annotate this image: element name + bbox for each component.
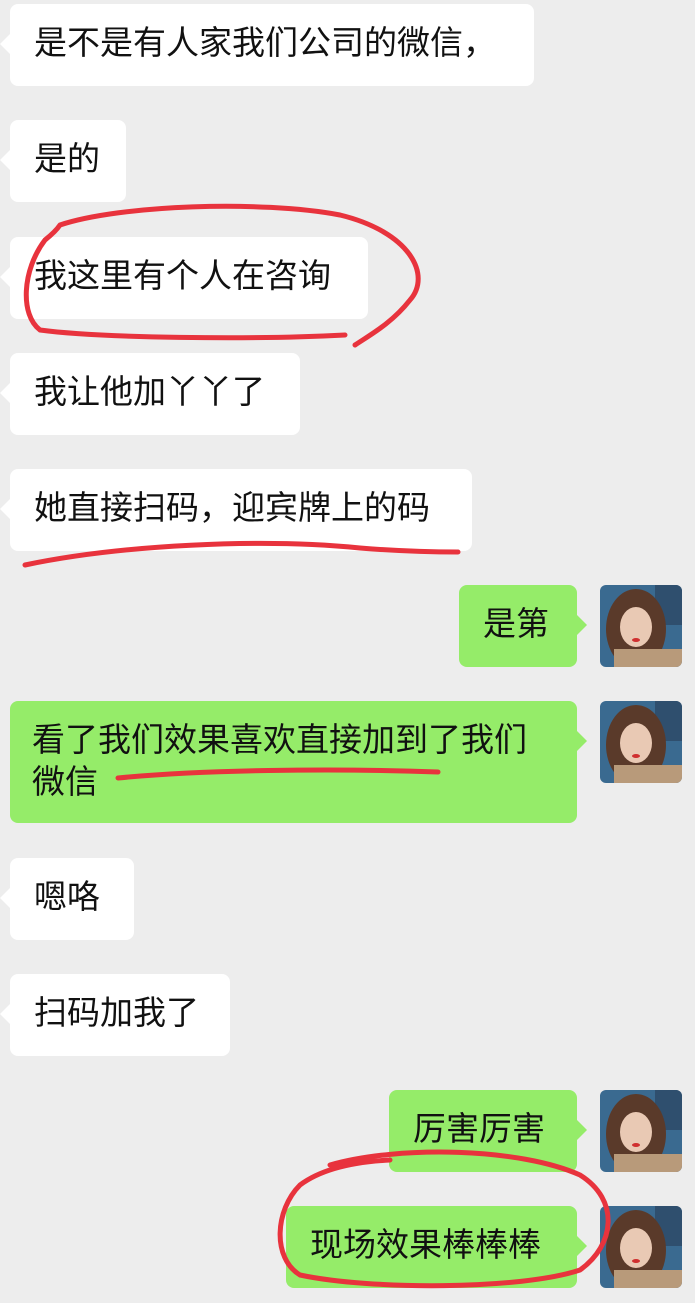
- message-bubble-incoming[interactable]: 是的: [0, 120, 126, 202]
- message-text: 看了我们效果喜欢直接加到了我们微信: [32, 720, 527, 801]
- message-bubble-incoming[interactable]: 我让他加丫丫了: [0, 353, 300, 435]
- message-text: 是第: [483, 604, 549, 643]
- message-bubble-incoming[interactable]: 扫码加我了: [0, 974, 230, 1056]
- message-bubble-incoming[interactable]: 是不是有人家我们公司的微信，: [0, 4, 534, 86]
- user-avatar[interactable]: [600, 1090, 682, 1172]
- message-bubble-outgoing[interactable]: 是第: [459, 585, 587, 667]
- message-text: 现场效果棒棒棒: [310, 1225, 541, 1264]
- message-bubble-outgoing[interactable]: 现场效果棒棒棒: [286, 1206, 587, 1288]
- message-text: 嗯咯: [34, 877, 100, 916]
- message-text: 是的: [34, 139, 100, 178]
- message-text: 厉害厉害: [413, 1109, 545, 1148]
- avatar-photo-icon: [600, 585, 682, 667]
- message-bubble-outgoing[interactable]: 厉害厉害: [389, 1090, 587, 1172]
- message-bubble-incoming[interactable]: 她直接扫码，迎宾牌上的码: [0, 469, 472, 551]
- user-avatar[interactable]: [600, 585, 682, 667]
- user-avatar[interactable]: [600, 1206, 682, 1288]
- user-avatar[interactable]: [600, 701, 682, 783]
- message-text: 我让他加丫丫了: [34, 372, 265, 411]
- message-text: 我这里有个人在咨询: [34, 256, 331, 295]
- avatar-photo-icon: [600, 1090, 682, 1172]
- message-text: 她直接扫码，迎宾牌上的码: [34, 488, 430, 527]
- avatar-photo-icon: [600, 701, 682, 783]
- message-text: 是不是有人家我们公司的微信，: [34, 23, 496, 62]
- message-bubble-outgoing[interactable]: 看了我们效果喜欢直接加到了我们微信: [10, 701, 587, 823]
- message-bubble-incoming[interactable]: 我这里有个人在咨询: [0, 237, 368, 319]
- message-text: 扫码加我了: [34, 993, 199, 1032]
- message-bubble-incoming[interactable]: 嗯咯: [0, 858, 134, 940]
- avatar-photo-icon: [600, 1206, 682, 1288]
